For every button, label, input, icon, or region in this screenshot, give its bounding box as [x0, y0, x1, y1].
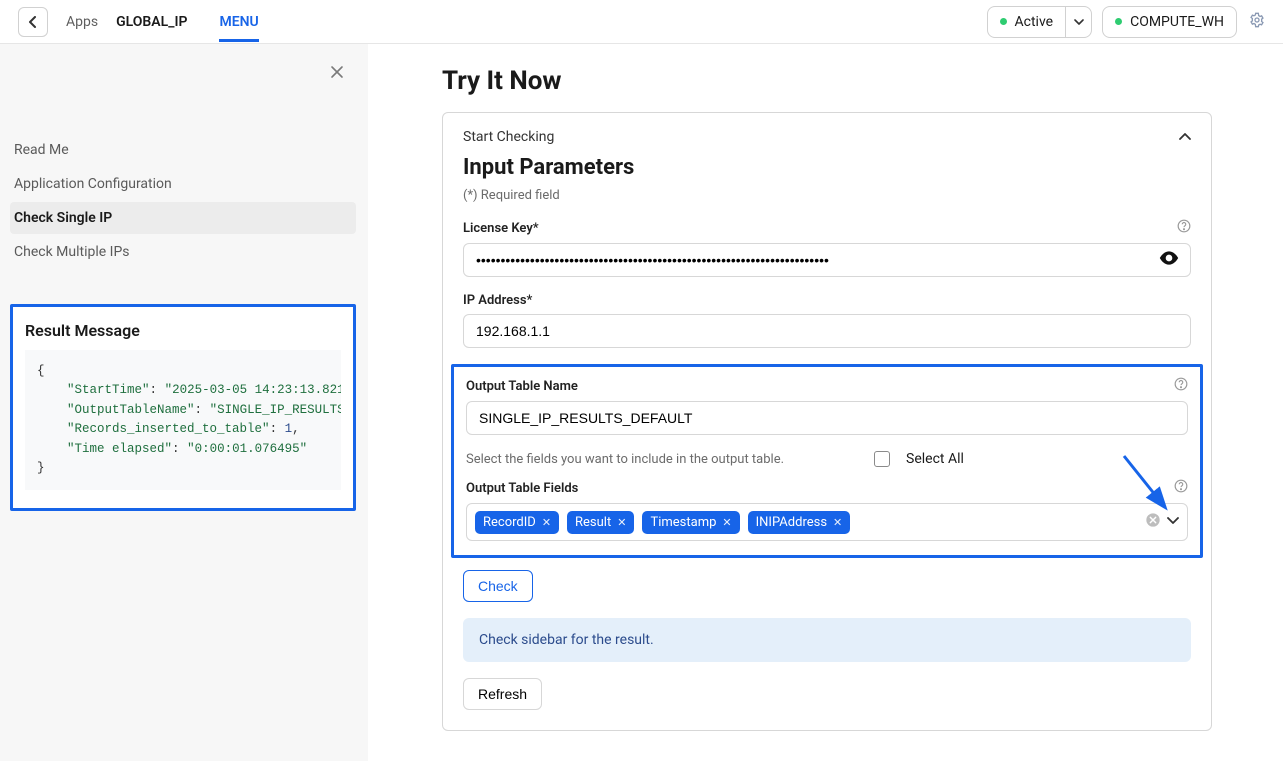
tag-remove-button[interactable]: ✕ [617, 516, 626, 529]
output-table-name-field: Output Table Name [466, 377, 1188, 435]
tag: Timestamp ✕ [642, 511, 739, 534]
input-parameters-heading: Input Parameters [463, 155, 1191, 180]
output-table-fields-input[interactable]: RecordID ✕ Result ✕ Timestamp ✕ INIPAddress ✕ [466, 503, 1188, 541]
status-label: Active [1015, 14, 1054, 30]
help-icon[interactable] [1177, 219, 1191, 237]
chevron-up-icon [1179, 132, 1191, 142]
status-selector: Active [987, 6, 1093, 38]
tag-label: RecordID [483, 515, 536, 530]
settings-button[interactable] [1249, 12, 1265, 32]
clear-tags-button[interactable] [1145, 512, 1161, 532]
result-title: Result Message [25, 321, 341, 340]
warehouse-selector[interactable]: COMPUTE_WH [1102, 6, 1237, 38]
output-config-highlight: Output Table Name Select the fields you … [451, 364, 1203, 558]
status-dot-icon [1000, 18, 1007, 25]
tags-dropdown-button[interactable] [1167, 514, 1179, 530]
chevron-down-icon [1167, 516, 1179, 526]
tag-label: Timestamp [650, 515, 716, 530]
license-key-field: License Key* [463, 219, 1191, 277]
breadcrumb-app-name[interactable]: GLOBAL_IP [116, 14, 187, 30]
sidebar-item-app-config[interactable]: Application Configuration [10, 168, 356, 200]
eye-icon [1159, 251, 1179, 265]
check-card: Start Checking Input Parameters (*) Requ… [442, 112, 1212, 731]
ip-address-label: IP Address* [463, 293, 532, 308]
check-button[interactable]: Check [463, 570, 533, 602]
close-sidebar-button[interactable] [330, 64, 344, 83]
output-table-fields-label: Output Table Fields [466, 481, 578, 496]
back-button[interactable] [18, 7, 48, 37]
refresh-button[interactable]: Refresh [463, 678, 542, 710]
card-header-toggle[interactable]: Start Checking [463, 129, 1191, 145]
result-alert: Check sidebar for the result. [463, 618, 1191, 662]
tag-label: INIPAddress [756, 515, 827, 530]
tag-remove-button[interactable]: ✕ [722, 516, 731, 529]
required-hint: (*) Required field [463, 188, 1191, 203]
tab-menu[interactable]: MENU [219, 14, 258, 42]
tag-label: Result [575, 515, 611, 530]
tag: Result ✕ [567, 511, 634, 534]
breadcrumb-apps[interactable]: Apps [66, 14, 98, 30]
sidebar: Read Me Application Configuration Check … [0, 44, 368, 761]
result-message-panel: Result Message { "StartTime": "2025-03-0… [10, 304, 356, 511]
reveal-password-button[interactable] [1159, 251, 1179, 269]
license-key-input[interactable] [463, 243, 1191, 277]
page-title: Try It Now [442, 66, 1233, 96]
fields-hint: Select the fields you want to include in… [466, 452, 784, 467]
status-button[interactable]: Active [988, 14, 1066, 30]
help-icon[interactable] [1174, 479, 1188, 497]
close-icon [330, 65, 344, 79]
status-caret[interactable] [1065, 7, 1091, 37]
sidebar-item-readme[interactable]: Read Me [10, 134, 356, 166]
output-table-name-label: Output Table Name [466, 379, 578, 394]
tag: INIPAddress ✕ [748, 511, 851, 534]
warehouse-label: COMPUTE_WH [1130, 14, 1224, 30]
top-header: Apps GLOBAL_IP MENU Active COMPUTE_WH [0, 0, 1283, 44]
main-content: Try It Now Start Checking Input Paramete… [368, 44, 1283, 761]
sidebar-nav: Read Me Application Configuration Check … [10, 134, 356, 268]
tag-remove-button[interactable]: ✕ [542, 516, 551, 529]
tag: RecordID ✕ [475, 511, 559, 534]
status-dot-icon [1115, 18, 1122, 25]
select-all-label: Select All [906, 451, 964, 467]
ip-address-field: IP Address* [463, 293, 1191, 348]
sidebar-item-check-multiple[interactable]: Check Multiple IPs [10, 236, 356, 268]
select-all-checkbox[interactable] [874, 451, 890, 467]
tag-remove-button[interactable]: ✕ [833, 516, 842, 529]
ip-address-input[interactable] [463, 314, 1191, 348]
license-key-label: License Key* [463, 221, 539, 236]
card-header-label: Start Checking [463, 129, 554, 145]
gear-icon [1249, 12, 1265, 28]
output-table-name-input[interactable] [466, 401, 1188, 435]
chevron-down-icon [1074, 18, 1084, 26]
help-icon[interactable] [1174, 377, 1188, 395]
clear-icon [1145, 512, 1161, 528]
result-json: { "StartTime": "2025-03-05 14:23:13.8215… [25, 350, 341, 490]
chevron-left-icon [28, 16, 38, 28]
sidebar-item-check-single[interactable]: Check Single IP [10, 202, 356, 234]
